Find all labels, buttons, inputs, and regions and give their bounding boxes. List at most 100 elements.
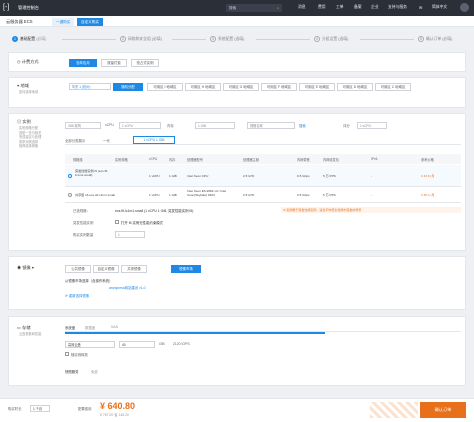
spec-name-input[interactable]: 规格名称 xyxy=(247,122,295,129)
zone-d-button[interactable]: 可用区 D 地域区 xyxy=(337,83,373,91)
row-1-vcpu: 1 vCPU xyxy=(149,174,160,178)
billing-label: ◷ 计费方式 xyxy=(17,59,39,65)
nav-fees[interactable]: 费用 xyxy=(318,5,326,10)
step-connector xyxy=(360,39,414,40)
top-navigation-bar: [-] 管理控制台 搜索 ⌕ 消息 费用 工单 备案 企业 支持与服务 ✉ 简体中… xyxy=(0,0,474,16)
tab-1vcpu-1gib[interactable]: 1 vCPU 1 GiB xyxy=(133,136,175,144)
zone-c-button[interactable]: 可用区 C 地域区 xyxy=(375,83,411,91)
zone-i-button[interactable]: 可用区 I 地域区 xyxy=(147,83,183,91)
nav-tickets[interactable]: 工单 xyxy=(336,5,344,10)
search-icon[interactable]: ⌕ xyxy=(277,4,279,12)
tab-system-disk[interactable]: 系统盘 xyxy=(65,325,75,330)
promo-decoration xyxy=(370,402,418,418)
instance-count-input[interactable]: 1 xyxy=(115,231,145,238)
tab-custom-buy[interactable]: 自定义购买 xyxy=(77,17,103,26)
step-label: 系统配置 xyxy=(218,37,234,41)
billing-section: ◷ 计费方式 包年包月 按量付费 抢占式实例 xyxy=(8,52,466,72)
step-number: 2 xyxy=(120,36,126,42)
duration-select[interactable]: 1 个月 xyxy=(30,405,50,412)
region-label: ⌖ 地域 xyxy=(17,83,29,89)
zone-e-button[interactable]: 可用区 E 地域区 xyxy=(299,83,335,91)
instance-note-5[interactable]: 推荐选择规格 xyxy=(19,144,38,149)
vcpu-filter-label: vCPU xyxy=(105,123,114,127)
table-row[interactable] xyxy=(65,165,461,187)
console-title[interactable]: 管理控制台 xyxy=(18,5,39,11)
billing-payasyougo-button[interactable]: 按量付费 xyxy=(101,59,127,67)
logo-icon[interactable]: [-] xyxy=(3,3,13,13)
release-with-instance-text: 随实例释放 xyxy=(71,353,88,357)
storage-active-bar xyxy=(65,332,325,334)
col-bandwidth: 内网带宽 xyxy=(297,158,310,162)
billing-subscription-button[interactable]: 包年包月 xyxy=(69,59,97,67)
reselect-image-link[interactable]: ⟳ 重新选择镜像 xyxy=(65,293,89,298)
billing-spot-button[interactable]: 抢占式实例 xyxy=(131,59,159,67)
image-tab-public[interactable]: 公共镜像 xyxy=(65,265,91,273)
row-2-bandwidth: 0.5 Gbps xyxy=(297,193,310,197)
confirm-order-button[interactable]: 确认订单 xyxy=(420,402,466,418)
row-2-ipv6: - xyxy=(371,193,373,197)
search-input[interactable]: 搜索 ⌕ xyxy=(226,4,282,12)
zone-random-button[interactable]: 随机分配 xyxy=(113,83,143,91)
disk-size-input[interactable]: 40 xyxy=(119,341,155,348)
duration-label: 购买时长 xyxy=(8,407,22,411)
tab-all-categories[interactable]: 全部分类展示 xyxy=(65,138,85,143)
image-tab-marketplace[interactable]: 镜像市场 xyxy=(171,265,201,273)
lang-chinese: 中文 xyxy=(439,5,448,9)
nav-support[interactable]: 支持与服务 xyxy=(388,5,407,10)
unlimited-mode-checkbox[interactable] xyxy=(115,219,119,224)
image-market-text: 从镜像市场选择（含操作系统） xyxy=(65,279,113,283)
zone-f-button[interactable]: 可用区 F 地域区 xyxy=(261,83,297,91)
memory-select[interactable]: 1 GiB xyxy=(195,122,235,129)
sort-select[interactable]: 1 vCPU xyxy=(357,122,387,129)
search-button[interactable]: 搜索 xyxy=(299,123,306,128)
fee-label: 配置费用 xyxy=(78,407,92,411)
image-current[interactable]: wordpress网站建设 v1.0 xyxy=(109,285,146,290)
nav-language[interactable]: 简体中文 xyxy=(432,5,447,10)
storage-note[interactable]: 云盘参数和性能 xyxy=(19,332,41,337)
vcpu-select[interactable]: 1 vCPU xyxy=(119,122,161,129)
release-with-instance-checkbox[interactable] xyxy=(65,352,69,356)
image-tab-shared[interactable]: 共享镜像 xyxy=(121,265,147,273)
tab-quick-buy[interactable]: 一键购买 xyxy=(52,17,75,26)
region-help-link[interactable]: 如何选择地域 xyxy=(19,90,38,95)
row-1-radio[interactable] xyxy=(68,174,72,178)
image-label: ◉ 镜像 ▾ xyxy=(17,265,35,270)
step-3[interactable]: 3 系统配置 (选填) xyxy=(210,36,244,42)
col-pps: 内网收发包 xyxy=(323,158,339,162)
avatar[interactable] xyxy=(460,3,469,12)
zone-h-button[interactable]: 可用区 H 地域区 xyxy=(185,83,221,91)
billing-label-text: 计费方式 xyxy=(21,59,39,64)
region-select[interactable]: 华东 1 (杭州) xyxy=(69,83,111,90)
image-tab-custom[interactable]: 自定义镜像 xyxy=(93,265,119,273)
arch-select[interactable]: X86 架构 xyxy=(65,122,101,129)
row-1-family: 突发性能实例 t5 (ecs.t5-lc1m1.small) xyxy=(75,169,109,177)
image-label-text: 镜像 xyxy=(22,265,31,270)
nav-enterprise[interactable]: 企业 xyxy=(371,5,379,10)
row-2-radio[interactable] xyxy=(68,193,72,197)
unlimited-mode-text: 打开 t5 实例无性能约束模式 xyxy=(121,221,164,225)
step-hint: (必填) xyxy=(36,37,47,41)
row-1-memory: 1 GiB xyxy=(169,174,177,178)
tab-generation[interactable]: 一代 xyxy=(103,138,110,143)
tab-data-disk[interactable]: 数据盘 xyxy=(85,325,95,330)
nav-filing[interactable]: 备案 xyxy=(354,5,362,10)
nav-messages[interactable]: 消息 xyxy=(298,5,306,10)
bell-icon[interactable]: ✉ xyxy=(419,5,422,10)
tabs-divider xyxy=(65,144,461,145)
step-2[interactable]: 2 网络和安全组 (必填) xyxy=(120,36,162,42)
disk-size-unit: GiB xyxy=(159,342,165,346)
storage-label-text: 存储 xyxy=(22,325,31,330)
selected-spec-warning: t5 实例属于突发性能实例，适合平时低负载偶尔突发的场景 xyxy=(281,207,461,213)
row-2-cpu: Intel Xeon E5-2682 v4 / Intel Xeon(Skyla… xyxy=(187,189,227,197)
step-1[interactable]: 1 基础配置 (必填) xyxy=(12,36,46,42)
instance-count-label: 购买实例数量 xyxy=(73,233,94,237)
tab-nas[interactable]: NAS xyxy=(111,325,118,329)
lang-simplified: 简体 xyxy=(432,5,440,9)
row-1-bandwidth: 0.5 Gbps xyxy=(297,174,310,178)
step-connector xyxy=(172,39,206,40)
step-4[interactable]: 4 分组设置 (选填) xyxy=(314,36,348,42)
zone-g-button[interactable]: 可用区 G 地域区 xyxy=(223,83,259,91)
col-price: 参考价格 xyxy=(421,158,434,162)
disk-type-select[interactable]: 高效云盘 xyxy=(65,341,115,348)
step-5[interactable]: 5 确认订单 (必填) xyxy=(418,36,452,42)
